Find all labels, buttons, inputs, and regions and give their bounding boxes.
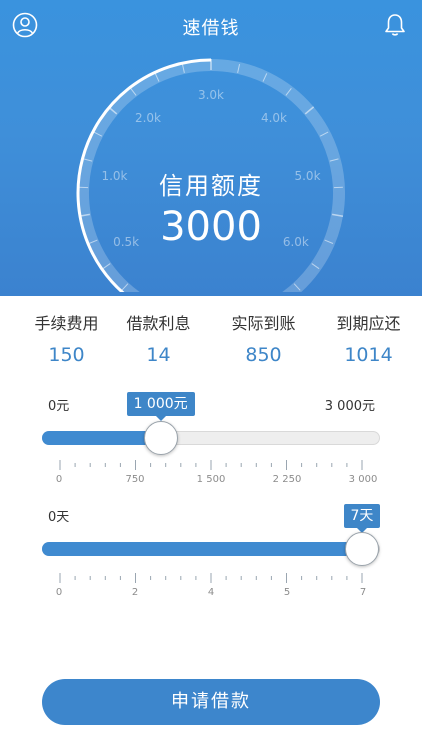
days-tick-marks: [59, 573, 363, 583]
days-slider-thumb[interactable]: [345, 532, 379, 566]
days-track[interactable]: [42, 542, 380, 556]
header-panel: 速借钱 0.5k 1.0k 2.0k 3.0k 4.0k 5.0k 6.0k 信用额度 30…: [0, 0, 422, 296]
amount-value-bubble: 1 000元: [126, 392, 195, 421]
credit-limit-value: 3000: [160, 204, 262, 250]
gauge-tick-label: 4.0k: [261, 111, 287, 125]
tick-label: 4: [207, 587, 215, 598]
stat-value: 850: [245, 344, 282, 366]
days-fill: [42, 542, 363, 556]
stat-value: 150: [48, 344, 85, 366]
stat-interest: 借款利息 14: [106, 310, 211, 366]
tick-label: 0: [55, 474, 63, 485]
stat-value: 14: [146, 344, 171, 366]
apply-loan-button[interactable]: 申请借款: [42, 679, 380, 725]
tick-label: 750: [125, 474, 145, 485]
tick-label: 2: [131, 587, 139, 598]
top-bar: 速借钱: [0, 0, 422, 52]
stat-value: 1014: [344, 344, 393, 366]
amount-max-label: 3 000元: [324, 399, 375, 414]
days-value-bubble: 7天: [343, 504, 381, 533]
tick-label: 3 000: [348, 474, 378, 485]
amount-min-label: 0元: [48, 399, 70, 414]
stat-received: 实际到账 850: [211, 310, 316, 366]
tick-label: 7: [359, 587, 367, 598]
stat-fee: 手续费用 150: [14, 310, 119, 366]
loan-summary: 手续费用 150 借款利息 14 实际到账 850 到期应还 1014: [0, 310, 422, 370]
tick-label: 2 250: [272, 474, 302, 485]
gauge-tick-label: 2.0k: [135, 111, 161, 125]
stat-repay: 到期应还 1014: [316, 310, 421, 366]
days-slider: 0天 7天 0 2 4 5 7: [0, 500, 422, 610]
tick-label: 0: [55, 587, 63, 598]
stat-label: 手续费用: [34, 314, 99, 333]
amount-track[interactable]: [42, 431, 380, 445]
tick-label: 1 500: [196, 474, 226, 485]
tick-label: 5: [283, 587, 291, 598]
stat-label: 实际到账: [231, 314, 296, 333]
amount-slider-thumb[interactable]: [143, 421, 178, 455]
amount-tick-marks: [59, 460, 363, 470]
credit-limit-title: 信用额度: [159, 172, 263, 200]
bell-icon[interactable]: [382, 12, 408, 38]
amount-slider: 0元 3 000元 1 000元 0 750 1 500 2 250 3 000: [0, 384, 422, 494]
stat-label: 借款利息: [126, 314, 191, 333]
stat-label: 到期应还: [336, 314, 401, 333]
gauge-tick-label: 3.0k: [198, 88, 224, 102]
days-min-label: 0天: [48, 510, 70, 525]
app-title: 速借钱: [182, 18, 240, 39]
